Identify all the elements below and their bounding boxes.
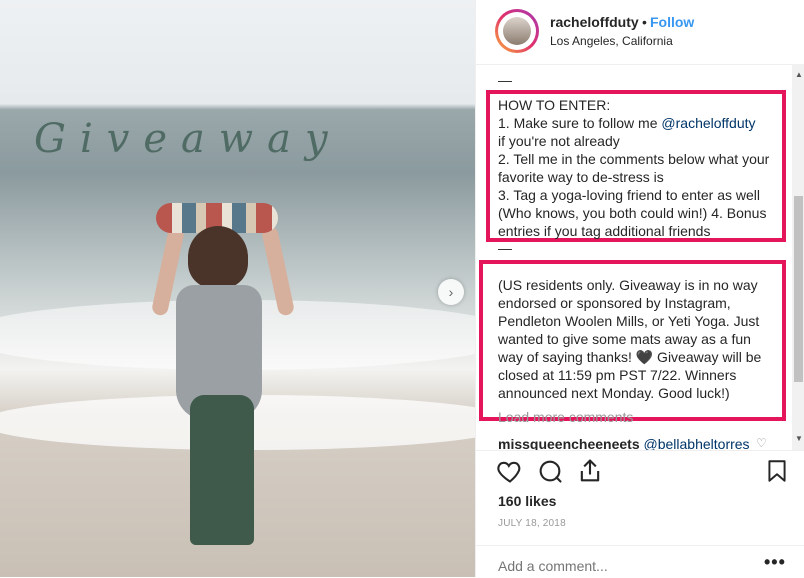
caption-disclaimer: (US residents only. Giveaway is in no wa… bbox=[498, 277, 762, 401]
follow-button[interactable]: Follow bbox=[650, 14, 694, 30]
chevron-right-icon[interactable]: › bbox=[438, 279, 464, 305]
post-header: racheloffduty • Follow Los Angeles, Cali… bbox=[476, 0, 804, 65]
scrollbar[interactable]: ▲ ▼ bbox=[792, 64, 804, 450]
likes-count[interactable]: 160 likes bbox=[498, 493, 556, 509]
comments-scroll-area[interactable]: — HOW TO ENTER: 1. Make sure to follow m… bbox=[476, 64, 792, 450]
caption-separator: — bbox=[498, 240, 512, 256]
giveaway-overlay-text: Giveaway bbox=[34, 116, 342, 162]
woman-legs bbox=[190, 395, 254, 545]
like-comment-icon[interactable]: ♡ bbox=[756, 436, 767, 450]
heart-icon[interactable] bbox=[496, 457, 524, 485]
avatar-image bbox=[503, 17, 531, 45]
caption-text: HOW TO ENTER: 1. Make sure to follow me bbox=[498, 97, 658, 131]
share-icon[interactable] bbox=[576, 457, 604, 485]
avatar-ring bbox=[498, 12, 536, 50]
comment-username[interactable]: missqueencheeneets bbox=[498, 436, 640, 450]
post-sidebar: racheloffduty • Follow Los Angeles, Cali… bbox=[475, 0, 804, 577]
separator-dot: • bbox=[642, 14, 647, 30]
mention-link[interactable]: @bellabheltorres bbox=[644, 436, 750, 450]
scroll-down-icon[interactable]: ▼ bbox=[795, 434, 803, 443]
load-more-comments-link[interactable]: Load more comments bbox=[498, 409, 633, 425]
caption-text: if you're not already 2. Tell me in the … bbox=[498, 133, 770, 239]
location-link[interactable]: Los Angeles, California bbox=[550, 34, 673, 48]
woman-head bbox=[188, 226, 248, 288]
comment-icon[interactable] bbox=[536, 457, 564, 485]
post-actions bbox=[476, 450, 804, 491]
comment-row: missqueencheeneets @bellabheltorres bbox=[498, 436, 750, 450]
post-date: JULY 18, 2018 bbox=[498, 518, 566, 529]
more-options-icon[interactable]: ••• bbox=[764, 552, 786, 573]
add-comment-bar: ••• bbox=[476, 545, 804, 578]
mention-link[interactable]: @racheloffduty bbox=[661, 115, 755, 131]
scrollbar-thumb[interactable] bbox=[794, 196, 803, 382]
caption-separator: — bbox=[498, 72, 512, 88]
scroll-up-icon[interactable]: ▲ bbox=[795, 70, 803, 79]
caption-how-to-enter: HOW TO ENTER: 1. Make sure to follow me … bbox=[498, 96, 770, 240]
post-photo[interactable]: Giveaway › bbox=[0, 0, 475, 577]
avatar[interactable] bbox=[495, 9, 539, 53]
add-comment-input[interactable] bbox=[498, 558, 738, 574]
bookmark-icon[interactable] bbox=[764, 457, 790, 485]
username-link[interactable]: racheloffduty bbox=[550, 14, 639, 30]
